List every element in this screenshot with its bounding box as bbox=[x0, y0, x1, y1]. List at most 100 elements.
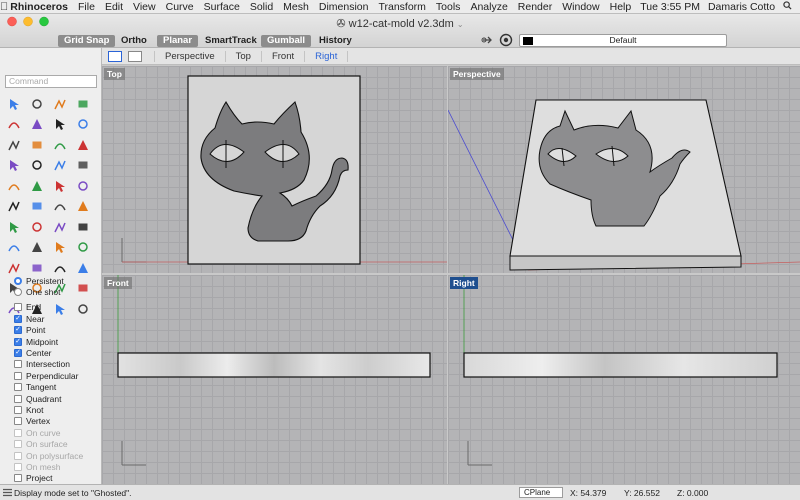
osnap-quadrant[interactable]: Quadrant bbox=[0, 393, 101, 404]
menu-transform[interactable]: Transform bbox=[373, 1, 430, 13]
osnap-tangent[interactable]: Tangent bbox=[0, 382, 101, 393]
cplane-select[interactable]: CPlane bbox=[519, 487, 563, 498]
circle-icon[interactable] bbox=[27, 115, 46, 134]
checkbox[interactable] bbox=[14, 394, 22, 403]
dimension-icon[interactable] bbox=[4, 217, 23, 236]
history-toggle[interactable]: History bbox=[313, 35, 358, 47]
select-arrow-icon[interactable] bbox=[4, 94, 23, 113]
search-icon[interactable] bbox=[779, 0, 796, 13]
single-viewport-icon[interactable] bbox=[128, 50, 142, 62]
menu-solid[interactable]: Solid bbox=[245, 1, 278, 13]
osnap-mode-one-shot[interactable]: One shot bbox=[0, 286, 101, 297]
scale-icon[interactable] bbox=[4, 238, 23, 257]
tab-right[interactable]: Right bbox=[304, 50, 349, 62]
osnap-on-surface[interactable]: On surface bbox=[0, 438, 101, 449]
grid-snap-toggle[interactable]: Grid Snap bbox=[58, 35, 116, 47]
checkbox[interactable] bbox=[14, 417, 22, 426]
ortho-toggle[interactable]: Ortho bbox=[115, 35, 153, 47]
menu-file[interactable]: File bbox=[73, 1, 100, 13]
sphere-icon[interactable] bbox=[27, 176, 46, 195]
mesh-icon[interactable] bbox=[50, 197, 69, 216]
fillet-icon[interactable] bbox=[73, 135, 92, 154]
viewport-perspective[interactable]: Perspective bbox=[448, 66, 800, 273]
checkbox[interactable]: ✓ bbox=[14, 326, 22, 335]
checkbox[interactable] bbox=[14, 405, 22, 414]
point-icon[interactable] bbox=[27, 94, 46, 113]
checkbox[interactable]: ✓ bbox=[14, 349, 22, 358]
boolean-icon[interactable] bbox=[27, 197, 46, 216]
command-input[interactable]: Command bbox=[5, 75, 97, 88]
checkbox[interactable] bbox=[14, 440, 22, 449]
menu-help[interactable]: Help bbox=[605, 1, 637, 13]
copy-icon[interactable] bbox=[50, 217, 69, 236]
cylinder-icon[interactable] bbox=[50, 176, 69, 195]
viewport-front[interactable]: Front bbox=[102, 275, 447, 484]
checkbox[interactable] bbox=[14, 383, 22, 392]
osnap-center[interactable]: ✓ Center bbox=[0, 347, 101, 358]
checkbox[interactable] bbox=[14, 474, 22, 483]
surface-icon[interactable] bbox=[4, 156, 23, 175]
list-icon[interactable] bbox=[3, 488, 12, 499]
checkbox[interactable] bbox=[14, 451, 22, 460]
target-icon[interactable] bbox=[499, 33, 513, 47]
tab-top[interactable]: Top bbox=[224, 50, 261, 62]
osnap-on-polysurface[interactable]: On polysurface bbox=[0, 450, 101, 461]
four-viewport-icon[interactable] bbox=[108, 50, 122, 62]
osnap-end[interactable]: End bbox=[0, 302, 101, 313]
osnap-project[interactable]: Project bbox=[0, 473, 101, 484]
osnap-on-curve[interactable]: On curve bbox=[0, 427, 101, 438]
torus-icon[interactable] bbox=[4, 197, 23, 216]
menu-analyze[interactable]: Analyze bbox=[465, 1, 512, 13]
viewport-label-right[interactable]: Right bbox=[450, 277, 478, 289]
menu-app-name[interactable]: Rhinoceros bbox=[8, 1, 73, 13]
display-mode-select[interactable]: Default bbox=[519, 34, 727, 47]
text-icon[interactable] bbox=[73, 197, 92, 216]
menu-window[interactable]: Window bbox=[557, 1, 604, 13]
checkbox[interactable]: ✓ bbox=[14, 337, 22, 346]
osnap-perpendicular[interactable]: Perpendicular bbox=[0, 370, 101, 381]
polyline-icon[interactable] bbox=[50, 94, 69, 113]
chevron-down-icon[interactable]: ⌄ bbox=[457, 20, 464, 29]
viewport-right[interactable]: Right bbox=[448, 275, 800, 484]
offset-icon[interactable] bbox=[50, 135, 69, 154]
osnap-knot[interactable]: Knot bbox=[0, 404, 101, 415]
extrude-icon[interactable] bbox=[27, 156, 46, 175]
smarttrack-toggle[interactable]: SmartTrack bbox=[199, 35, 263, 47]
checkbox[interactable] bbox=[14, 462, 22, 471]
cone-icon[interactable] bbox=[73, 176, 92, 195]
menu-curve[interactable]: Curve bbox=[161, 1, 199, 13]
loft-icon[interactable] bbox=[50, 156, 69, 175]
osnap-point[interactable]: ✓ Point bbox=[0, 325, 101, 336]
move-icon[interactable] bbox=[27, 217, 46, 236]
menu-surface[interactable]: Surface bbox=[199, 1, 245, 13]
checkbox[interactable] bbox=[14, 371, 22, 380]
viewport-top[interactable]: Top bbox=[102, 66, 447, 273]
polygon-icon[interactable] bbox=[27, 135, 46, 154]
tab-perspective[interactable]: Perspective bbox=[154, 50, 225, 62]
menu-edit[interactable]: Edit bbox=[100, 1, 128, 13]
osnap-intersection[interactable]: Intersection bbox=[0, 359, 101, 370]
planar-toggle[interactable]: Planar bbox=[157, 35, 199, 47]
menu-render[interactable]: Render bbox=[513, 1, 557, 13]
filter-icon[interactable] bbox=[481, 34, 495, 46]
viewport-label-top[interactable]: Top bbox=[104, 68, 125, 80]
checkbox[interactable] bbox=[14, 360, 22, 369]
osnap-near[interactable]: ✓ Near bbox=[0, 313, 101, 324]
radio-button[interactable] bbox=[14, 276, 22, 285]
mirror-icon[interactable] bbox=[27, 238, 46, 257]
apple-icon[interactable]:  bbox=[0, 1, 8, 13]
menubar-user[interactable]: Damaris Cotto bbox=[704, 1, 779, 13]
sweep-icon[interactable] bbox=[73, 156, 92, 175]
menu-mesh[interactable]: Mesh bbox=[278, 1, 314, 13]
menu-list-icon[interactable] bbox=[796, 1, 800, 13]
menubar-clock[interactable]: Tue 3:55 PM bbox=[636, 1, 704, 13]
osnap-vertex[interactable]: Vertex bbox=[0, 416, 101, 427]
ellipse-icon[interactable] bbox=[4, 135, 23, 154]
osnap-midpoint[interactable]: ✓ Midpoint bbox=[0, 336, 101, 347]
rotate-icon[interactable] bbox=[73, 217, 92, 236]
box-icon[interactable] bbox=[4, 176, 23, 195]
trim-icon[interactable] bbox=[73, 238, 92, 257]
viewport-label-perspective[interactable]: Perspective bbox=[450, 68, 504, 80]
checkbox[interactable]: ✓ bbox=[14, 314, 22, 323]
radio-button[interactable] bbox=[14, 288, 22, 297]
